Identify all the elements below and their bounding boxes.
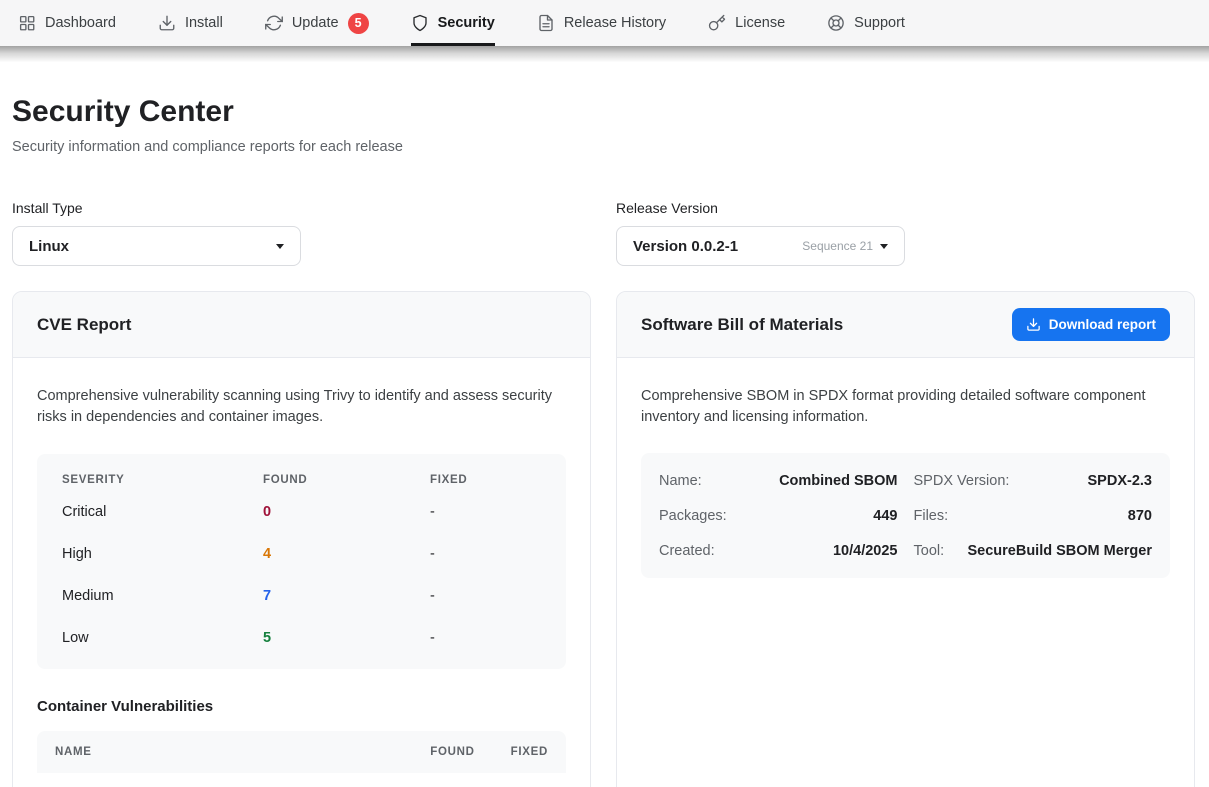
fixed-column-header: FIXED [430, 474, 541, 486]
info-value: SecureBuild SBOM Merger [967, 543, 1152, 559]
info-label: Created: [659, 543, 715, 559]
sbom-info-files: Files: 870 [914, 498, 1153, 533]
nav-item-release-history[interactable]: Release History [537, 0, 666, 46]
sbom-info-grid: Name: Combined SBOM SPDX Version: SPDX-2… [641, 453, 1170, 578]
download-report-button[interactable]: Download report [1012, 308, 1170, 341]
nav-item-label: Install [185, 15, 223, 31]
main-content: Security Center Security information and… [0, 95, 1209, 787]
sbom-info-spdx-version: SPDX Version: SPDX-2.3 [914, 463, 1153, 498]
page-title: Security Center [12, 95, 1195, 129]
sequence-badge: Sequence 21 [802, 239, 873, 253]
sbom-card: Software Bill of Materials Download repo… [616, 291, 1195, 787]
severity-table-header: SEVERITY FOUND FIXED [37, 460, 566, 491]
name-column-header: NAME [55, 746, 430, 758]
severity-label: Medium [62, 588, 263, 604]
severity-column-header: SEVERITY [62, 474, 263, 486]
fixed-column-header: FIXED [511, 746, 548, 758]
sbom-card-title: Software Bill of Materials [641, 315, 843, 335]
top-nav: Dashboard Install Update 5 Security Rele… [0, 0, 1209, 46]
cve-report-card: CVE Report Comprehensive vulnerability s… [12, 291, 591, 787]
nav-item-label: License [735, 15, 785, 31]
info-value: 10/4/2025 [833, 543, 898, 559]
nav-item-label: Release History [564, 15, 666, 31]
cve-description: Comprehensive vulnerability scanning usi… [37, 386, 566, 428]
nav-item-support[interactable]: Support [827, 0, 905, 46]
life-ring-icon [827, 14, 845, 32]
sbom-info-packages: Packages: 449 [659, 498, 898, 533]
nav-item-install[interactable]: Install [158, 0, 223, 46]
download-icon [1026, 317, 1041, 332]
severity-row-critical: Critical 0 - [37, 491, 566, 533]
found-value: 4 [263, 546, 430, 562]
info-value: Combined SBOM [779, 473, 897, 489]
download-icon [158, 14, 176, 32]
chevron-down-icon [880, 244, 888, 249]
release-version-select[interactable]: Version 0.0.2-1 Sequence 21 [616, 226, 905, 266]
found-column-header: FOUND [430, 746, 474, 758]
sbom-info-name: Name: Combined SBOM [659, 463, 898, 498]
fixed-value: - [430, 588, 541, 604]
fixed-value: - [430, 546, 541, 562]
install-type-filter: Install Type Linux [12, 200, 591, 266]
install-type-label: Install Type [12, 200, 591, 216]
sbom-description: Comprehensive SBOM in SPDX format provid… [641, 386, 1170, 428]
severity-row-high: High 4 - [37, 533, 566, 575]
nav-shadow-divider [0, 46, 1209, 62]
sbom-info-created: Created: 10/4/2025 [659, 533, 898, 568]
nav-item-label: Security [438, 15, 495, 31]
release-version-filter: Release Version Version 0.0.2-1 Sequence… [616, 200, 1195, 266]
key-icon [708, 14, 726, 32]
sbom-info-tool: Tool: SecureBuild SBOM Merger [914, 533, 1153, 568]
nav-item-label: Update [292, 15, 339, 31]
nav-item-dashboard[interactable]: Dashboard [18, 0, 116, 46]
filters-row: Install Type Linux Release Version Versi… [12, 200, 1195, 266]
install-type-value: Linux [29, 238, 69, 255]
info-label: Name: [659, 473, 702, 489]
cve-card-header: CVE Report [13, 292, 590, 358]
nav-item-update[interactable]: Update 5 [265, 0, 369, 46]
found-value: 5 [263, 630, 430, 646]
cve-card-title: CVE Report [37, 315, 131, 335]
chevron-down-icon [276, 244, 284, 249]
info-value: SPDX-2.3 [1088, 473, 1152, 489]
update-count-badge: 5 [348, 13, 369, 34]
info-label: Packages: [659, 508, 727, 524]
severity-label: High [62, 546, 263, 562]
report-cards-row: CVE Report Comprehensive vulnerability s… [12, 291, 1195, 787]
release-version-label: Release Version [616, 200, 1195, 216]
dashboard-grid-icon [18, 14, 36, 32]
nav-item-label: Dashboard [45, 15, 116, 31]
info-label: Files: [914, 508, 949, 524]
nav-item-label: Support [854, 15, 905, 31]
download-report-label: Download report [1049, 317, 1156, 332]
page-subtitle: Security information and compliance repo… [12, 139, 1195, 155]
severity-row-medium: Medium 7 - [37, 575, 566, 617]
severity-row-low: Low 5 - [37, 617, 566, 659]
document-icon [537, 14, 555, 32]
nav-item-license[interactable]: License [708, 0, 785, 46]
info-label: Tool: [914, 543, 945, 559]
info-value: 870 [1128, 508, 1152, 524]
severity-label: Low [62, 630, 263, 646]
fixed-value: - [430, 630, 541, 646]
found-column-header: FOUND [263, 474, 430, 486]
cve-card-body: Comprehensive vulnerability scanning usi… [13, 358, 590, 787]
refresh-icon [265, 14, 283, 32]
found-value: 0 [263, 504, 430, 520]
info-label: SPDX Version: [914, 473, 1010, 489]
container-vulnerabilities-title: Container Vulnerabilities [37, 698, 566, 715]
container-vulnerabilities-table-header: NAME FOUND FIXED [37, 731, 566, 773]
sbom-card-header: Software Bill of Materials Download repo… [617, 292, 1194, 358]
fixed-value: - [430, 504, 541, 520]
release-version-value: Version 0.0.2-1 [633, 238, 738, 255]
install-type-select[interactable]: Linux [12, 226, 301, 266]
shield-icon [411, 14, 429, 32]
nav-item-security[interactable]: Security [411, 0, 495, 46]
found-value: 7 [263, 588, 430, 604]
severity-label: Critical [62, 504, 263, 520]
info-value: 449 [873, 508, 897, 524]
severity-table: SEVERITY FOUND FIXED Critical 0 - High 4… [37, 454, 566, 669]
sbom-card-body: Comprehensive SBOM in SPDX format provid… [617, 358, 1194, 603]
